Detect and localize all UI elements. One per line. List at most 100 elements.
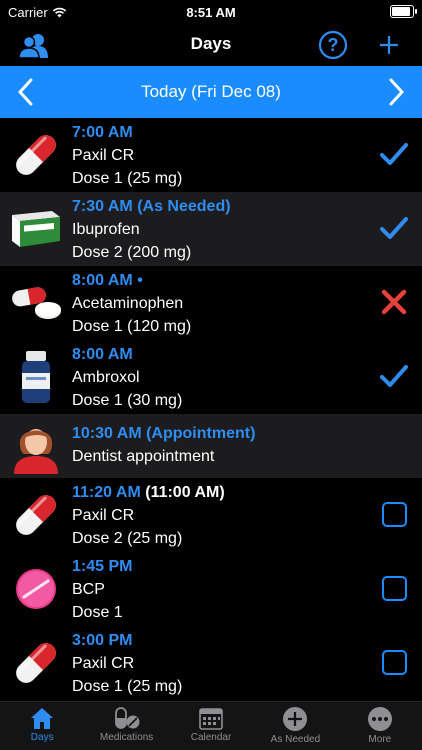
dose-name: Acetaminophen: [72, 295, 184, 312]
dose-row[interactable]: 1:45 PM BCP Dose 1: [0, 552, 422, 626]
tab-calendar[interactable]: Calendar: [169, 702, 253, 750]
date-bar: Today (Fri Dec 08): [0, 66, 422, 118]
dose-text: 1:45 PM BCP Dose 1: [72, 555, 132, 624]
capsule-thumb: [8, 127, 64, 183]
tab-as-needed[interactable]: As Needed: [253, 702, 337, 750]
checkmark-icon: [380, 217, 408, 239]
medicine-box-thumb: [8, 201, 64, 257]
tab-label: Calendar: [190, 732, 232, 743]
pill-icon: [114, 707, 140, 729]
checkbox-icon: [381, 649, 407, 675]
status-time: 8:51 AM: [186, 5, 236, 20]
capsule-thumb: [8, 487, 64, 543]
tab-label: Medications: [99, 732, 154, 743]
date-label[interactable]: Today (Fri Dec 08): [141, 82, 281, 102]
checkbox-icon: [381, 501, 407, 527]
chevron-left-icon: [18, 78, 33, 106]
calendar-icon: [199, 708, 223, 730]
dose-amount: Dose 1 (25 mg): [72, 170, 183, 187]
pending-checkbox[interactable]: [380, 500, 408, 528]
dose-row[interactable]: 11:20 AM (11:00 AM) Paxil CR Dose 2 (25 …: [0, 478, 422, 552]
dose-name: Ibuprofen: [72, 221, 140, 238]
pills-thumb: [8, 275, 64, 331]
medicine-box-icon: [12, 211, 60, 247]
appointment-time-value: 10:30 AM (Appointment): [72, 425, 256, 442]
dose-text: 8:00 AM Ambroxol Dose 1 (30 mg): [72, 343, 182, 412]
dose-list: 7:00 AM Paxil CR Dose 1 (25 mg) 7:30 AM …: [0, 118, 422, 700]
pink-pill-icon: [16, 569, 56, 609]
chevron-right-icon: [389, 78, 404, 106]
dose-time: 8:00 AM: [72, 343, 182, 366]
dose-time-value: 8:00 AM: [72, 346, 133, 363]
appointment-time: 10:30 AM (Appointment): [72, 422, 255, 445]
dose-time-value: 1:45 PM: [72, 558, 133, 575]
pending-checkbox[interactable]: [380, 648, 408, 676]
dose-time-value: 3:00 PM: [72, 632, 133, 649]
dose-name: Ambroxol: [72, 369, 140, 386]
dose-time-value: 7:30 AM (As Needed): [72, 198, 231, 215]
dose-time-value: 7:00 AM: [72, 124, 133, 141]
help-button[interactable]: ?: [316, 28, 350, 62]
checkbox-icon: [381, 575, 407, 601]
house-icon: [31, 708, 54, 729]
status-bar: Carrier 8:51 AM: [0, 0, 422, 24]
pending-checkbox[interactable]: [380, 574, 408, 602]
capsule-icon: [16, 643, 56, 683]
plus-circle-icon: [283, 707, 308, 731]
dose-text: 8:00 AM • Acetaminophen Dose 1 (120 mg): [72, 269, 191, 338]
dose-row[interactable]: 8:00 AM Ambroxol Dose 1 (30 mg): [0, 340, 422, 414]
dose-time: 3:00 PM: [72, 629, 182, 652]
dose-amount: Dose 2 (200 mg): [72, 244, 192, 261]
dose-text: 7:30 AM (As Needed) Ibuprofen Dose 2 (20…: [72, 195, 231, 264]
appointment-name: Dentist appointment: [72, 448, 215, 465]
bottle-thumb: [8, 349, 64, 405]
skipped-cross[interactable]: [380, 288, 408, 316]
taken-check[interactable]: [380, 214, 408, 242]
dose-amount: Dose 1 (120 mg): [72, 318, 192, 335]
taken-check[interactable]: [380, 140, 408, 168]
tab-label: More: [368, 734, 392, 745]
dose-amount: Dose 1 (25 mg): [72, 678, 183, 695]
more-icon: [367, 707, 392, 731]
dose-time: 1:45 PM: [72, 555, 132, 578]
tab-more[interactable]: More: [338, 702, 422, 750]
dose-text: 7:00 AM Paxil CR Dose 1 (25 mg): [72, 121, 182, 190]
tab-label: As Needed: [270, 734, 321, 745]
checkmark-icon: [380, 365, 408, 387]
dose-amount: Dose 2 (25 mg): [72, 530, 183, 547]
dose-time-value: 8:00 AM •: [72, 272, 143, 289]
dose-time: 11:20 AM (11:00 AM): [72, 481, 225, 504]
tab-bar: Days Medications Calendar As Needed More: [0, 701, 422, 750]
help-circle-icon: ?: [318, 30, 348, 60]
person-icon: [14, 429, 58, 474]
previous-day-button[interactable]: [10, 76, 42, 108]
taken-check[interactable]: [380, 362, 408, 390]
bottle-icon: [22, 351, 50, 403]
checkmark-icon: [380, 143, 408, 165]
dose-row[interactable]: 3:00 PM Paxil CR Dose 1 (25 mg): [0, 626, 422, 700]
tab-label: Days: [30, 732, 54, 743]
pink-pill-thumb: [8, 561, 64, 617]
dose-row[interactable]: 7:00 AM Paxil CR Dose 1 (25 mg): [0, 118, 422, 192]
dose-row[interactable]: 8:00 AM • Acetaminophen Dose 1 (120 mg): [0, 266, 422, 340]
next-day-button[interactable]: [380, 76, 412, 108]
dose-time: 8:00 AM •: [72, 269, 191, 292]
page-title: Days: [190, 34, 232, 53]
dose-time: 7:00 AM: [72, 121, 182, 144]
original-time: (11:00 AM): [145, 484, 225, 501]
tab-medications[interactable]: Medications: [84, 702, 168, 750]
appointment-row[interactable]: 10:30 AM (Appointment) Dentist appointme…: [0, 414, 422, 478]
dose-name: Paxil CR: [72, 507, 135, 524]
dose-row[interactable]: 7:30 AM (As Needed) Ibuprofen Dose 2 (20…: [0, 192, 422, 266]
dose-name: Paxil CR: [72, 147, 135, 164]
pills-icon: [12, 287, 61, 319]
dose-amount: Dose 1 (30 mg): [72, 392, 183, 409]
dose-text: 11:20 AM (11:00 AM) Paxil CR Dose 2 (25 …: [72, 481, 225, 550]
dose-time: 7:30 AM (As Needed): [72, 195, 231, 218]
capsule-thumb: [8, 635, 64, 691]
tab-days[interactable]: Days: [0, 702, 84, 750]
add-button[interactable]: [372, 28, 406, 62]
appointment-text: 10:30 AM (Appointment) Dentist appointme…: [72, 422, 255, 468]
battery-fill: [392, 7, 410, 16]
dose-time-value: 11:20 AM: [72, 484, 141, 501]
